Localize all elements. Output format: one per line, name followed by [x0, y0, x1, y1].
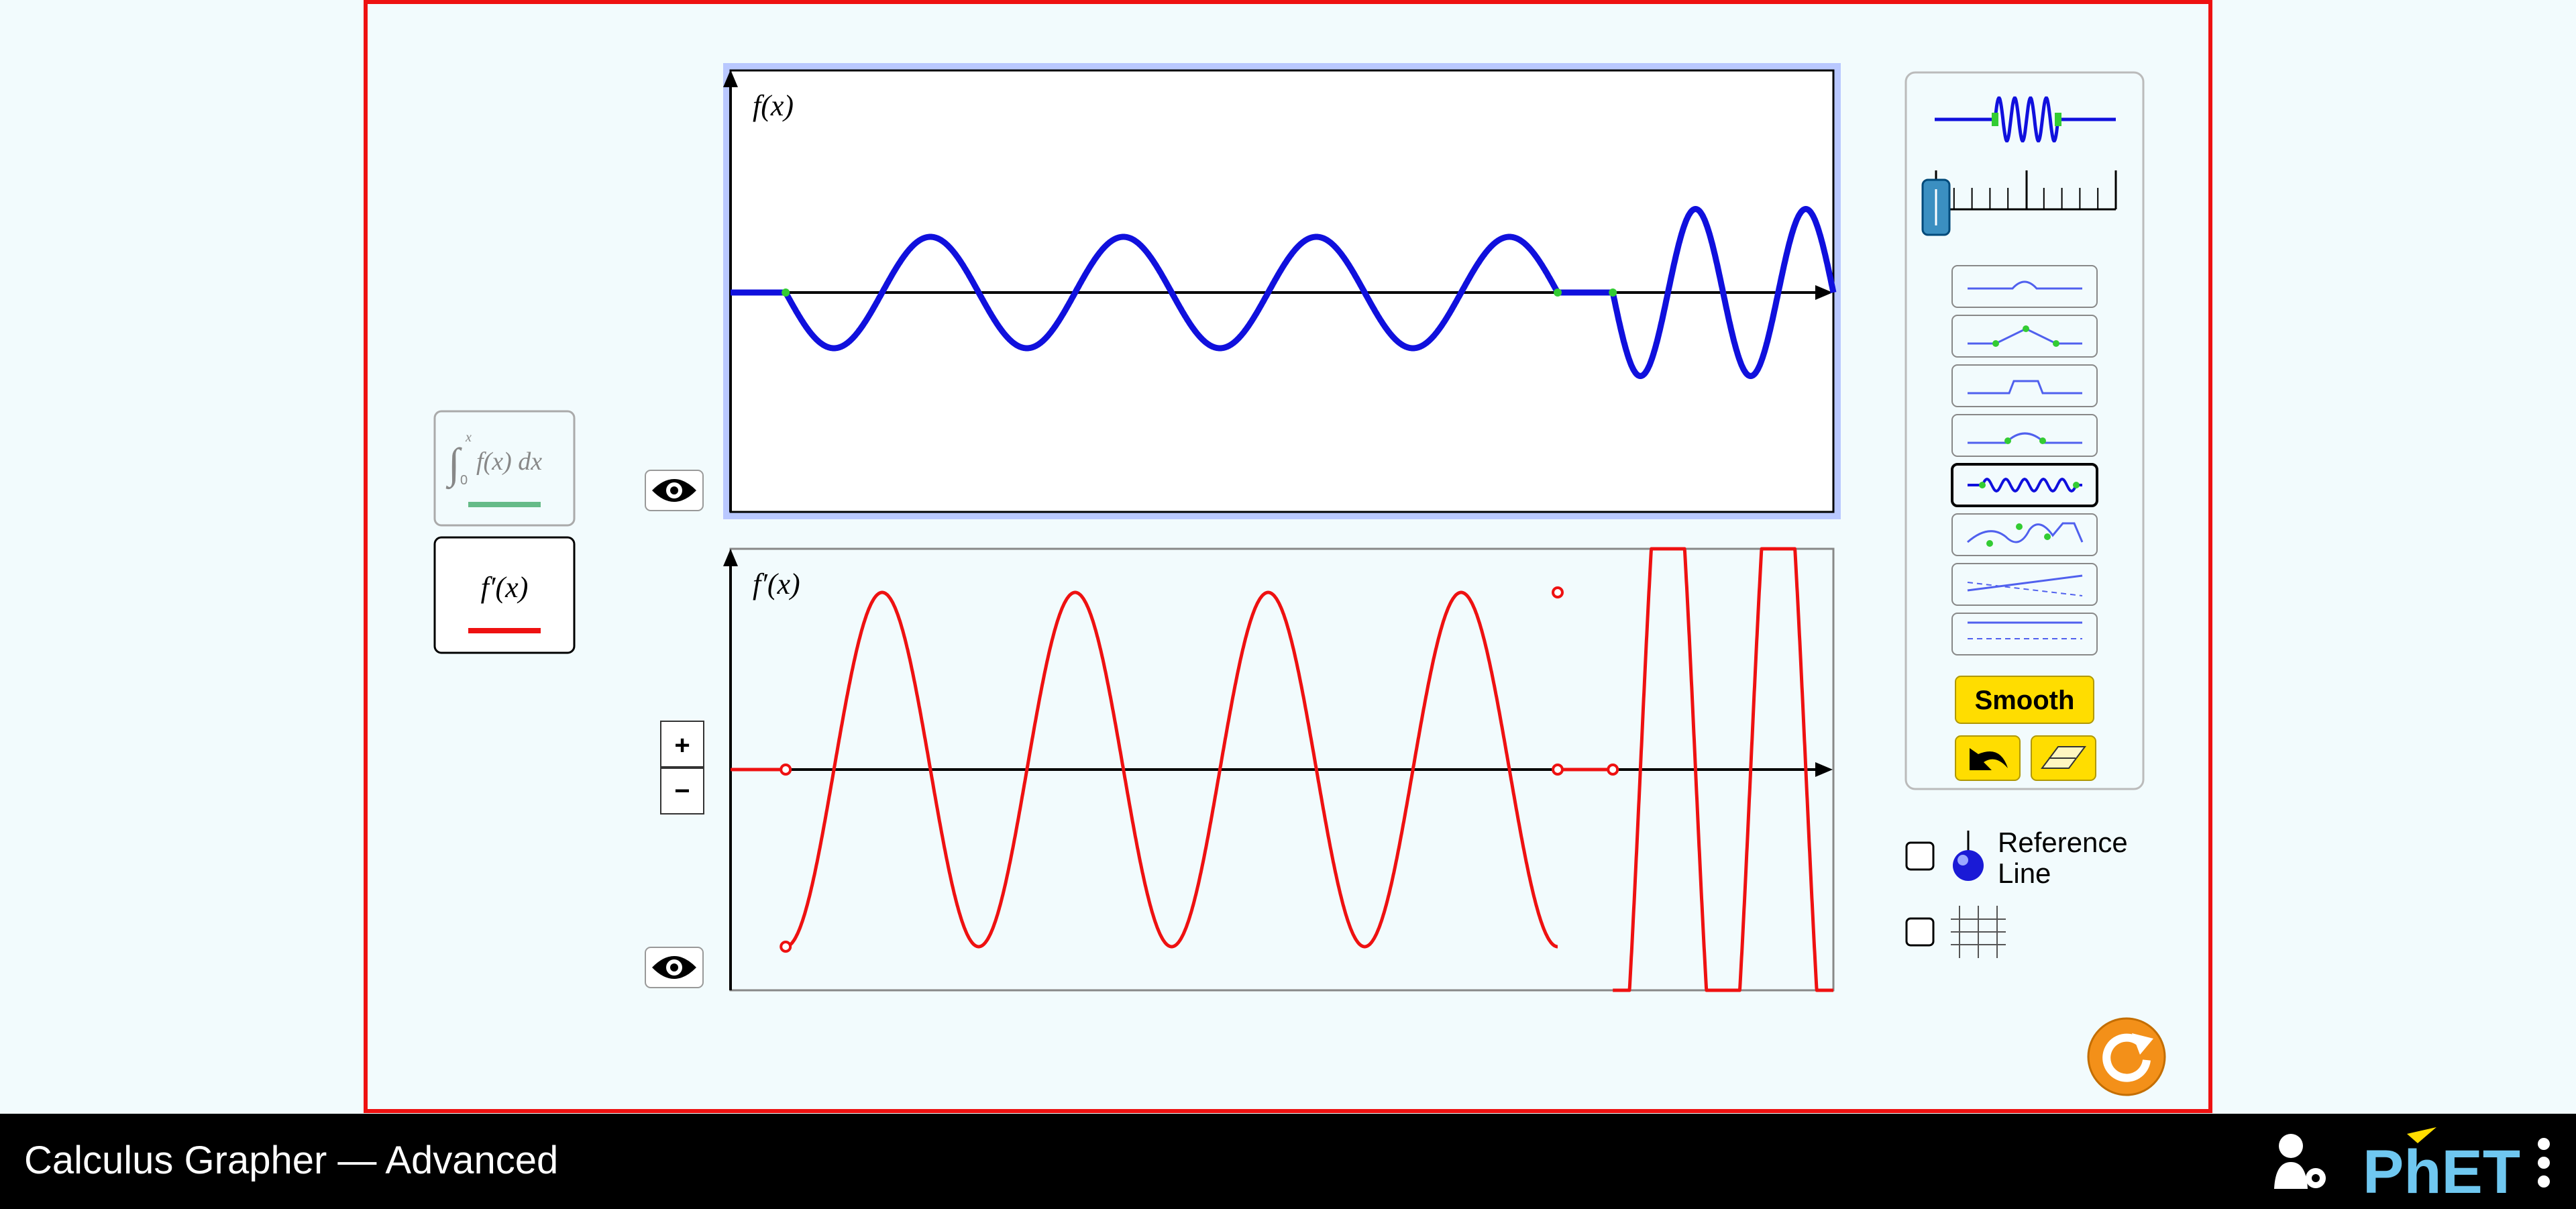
shape-button-tilt[interactable] — [1951, 563, 2098, 606]
shape-point-marker — [2053, 340, 2059, 347]
function-point-marker — [1609, 288, 1617, 297]
zoom-in-label: + — [674, 731, 690, 760]
integral-graph-button[interactable]: ∫ x 0 f(x) dx — [433, 410, 576, 527]
shape-point-marker — [2016, 523, 2023, 530]
reference-line-label-line2: Line — [1998, 857, 2051, 889]
derivative-button-label: f′(x) — [481, 571, 529, 604]
integral-upper-limit: x — [465, 430, 472, 445]
derivative-visibility-toggle[interactable] — [645, 947, 704, 988]
zoom-out-label: − — [674, 776, 690, 806]
zoom-in-button[interactable]: + — [660, 721, 704, 768]
derivative-discontinuity-point — [1607, 764, 1619, 776]
shape-point-marker — [2004, 437, 2011, 444]
smooth-label: Smooth — [1975, 686, 2075, 715]
reference-line-label-line1: Reference — [1998, 827, 2128, 858]
shape-point-marker — [1992, 340, 1999, 347]
smooth-button[interactable]: Smooth — [1955, 676, 2094, 724]
integral-lower-limit: 0 — [460, 473, 468, 488]
derivative-graph-label: f′(x) — [753, 568, 800, 600]
user-settings-icon[interactable] — [2274, 1134, 2326, 1189]
kebab-menu-icon[interactable] — [2538, 1138, 2550, 1188]
navigation-bar: Calculus Grapher — Advanced PhET — [0, 1114, 2576, 1209]
shape-button-sinusoid[interactable] — [1951, 463, 2098, 507]
shape-button-freeform[interactable] — [1951, 513, 2098, 556]
shape-button-shift[interactable] — [1951, 613, 2098, 655]
derivative-graph-button[interactable]: f′(x) — [433, 536, 576, 654]
function-point-marker — [1554, 288, 1562, 297]
shape-point-marker — [2023, 325, 2029, 332]
derivative-discontinuity-point — [780, 764, 792, 776]
derivative-discontinuity-point — [1552, 586, 1564, 598]
shape-point-marker — [2039, 437, 2046, 444]
shape-button-triangle[interactable] — [1951, 315, 2098, 358]
curve-tools-panel: Smooth — [1904, 71, 2145, 790]
shape-point-marker — [2044, 533, 2051, 540]
shape-point-marker — [1979, 482, 1986, 488]
function-visibility-toggle[interactable] — [645, 470, 704, 511]
function-graph[interactable]: f(x) — [723, 63, 1841, 519]
undo-button[interactable] — [1955, 735, 2021, 781]
shape-point-marker — [2073, 482, 2080, 488]
derivative-discontinuity-point — [1552, 764, 1564, 776]
derivative-graph: f′(x) — [723, 547, 1835, 992]
phet-logo[interactable]: PhET — [2363, 1127, 2520, 1206]
reset-all-button[interactable] — [2087, 1017, 2166, 1096]
shape-button-parabola[interactable] — [1951, 414, 2098, 457]
svg-text:PhET: PhET — [2363, 1138, 2520, 1206]
erase-button[interactable] — [2031, 735, 2096, 781]
shape-button-pedestal[interactable] — [1951, 364, 2098, 407]
shape-point-marker — [1986, 540, 1993, 547]
integral-label: f(x) dx — [476, 448, 542, 476]
grid-icon — [1951, 906, 2006, 958]
function-point-marker — [782, 288, 790, 297]
derivative-discontinuity-point — [780, 941, 792, 953]
function-graph-label: f(x) — [753, 89, 794, 122]
shape-button-hill[interactable] — [1951, 265, 2098, 308]
zoom-out-button[interactable]: − — [660, 768, 704, 814]
